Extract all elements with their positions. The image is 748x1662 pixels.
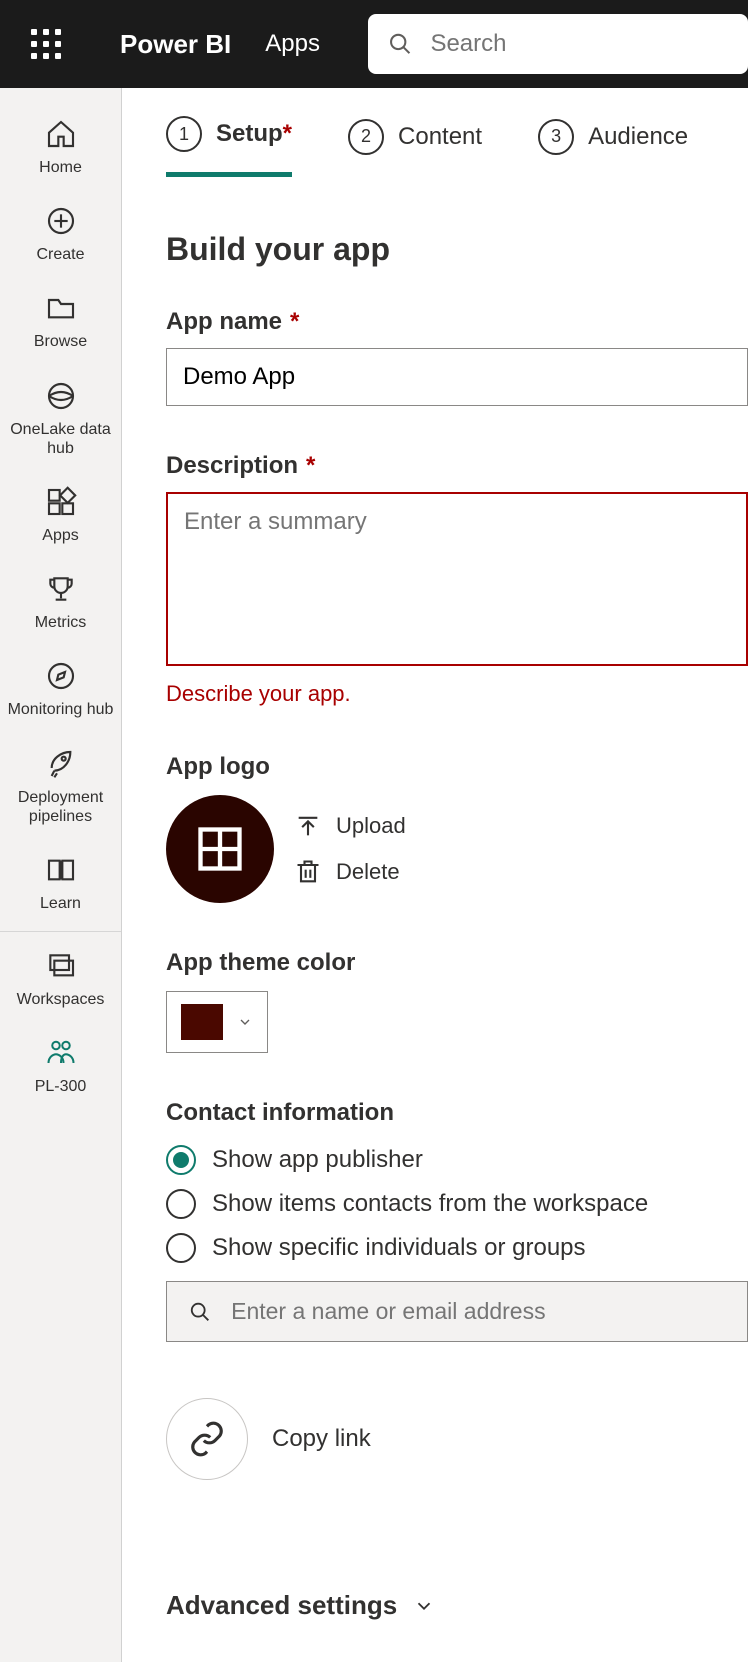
rail-apps[interactable]: Apps — [0, 472, 121, 559]
chevron-down-icon — [413, 1595, 435, 1617]
copy-link-label: Copy link — [272, 1425, 371, 1453]
search-icon — [388, 30, 413, 58]
folder-icon — [43, 290, 79, 326]
theme-color-picker[interactable] — [166, 991, 268, 1053]
search-input[interactable] — [430, 30, 728, 58]
main-content: 1 Setup* 2 Content 3 Audience Build your… — [122, 88, 748, 1662]
rail-current-workspace[interactable]: PL-300 — [0, 1023, 121, 1110]
page-title: Build your app — [166, 231, 748, 268]
app-logo-label: App logo — [166, 753, 748, 781]
step-content[interactable]: 2 Content — [348, 116, 482, 177]
rail-deployment[interactable]: Deployment pipelines — [0, 734, 121, 840]
description-label: Description* — [166, 452, 748, 480]
left-nav-rail: Home Create Browse OneLake data hub Apps… — [0, 88, 122, 1662]
trophy-icon — [43, 571, 79, 607]
wizard-steps: 1 Setup* 2 Content 3 Audience — [166, 88, 748, 177]
people-picker[interactable] — [166, 1281, 748, 1342]
book-icon — [43, 852, 79, 888]
theme-color-swatch — [181, 1004, 223, 1040]
step-number: 3 — [538, 119, 574, 155]
topnav-apps[interactable]: Apps — [265, 30, 320, 58]
contact-option-specific[interactable]: Show specific individuals or groups — [166, 1233, 748, 1263]
rail-onelake[interactable]: OneLake data hub — [0, 366, 121, 472]
upload-logo-button[interactable]: Upload — [294, 812, 406, 840]
search-icon — [189, 1300, 211, 1324]
radio-icon — [166, 1233, 196, 1263]
compass-icon — [43, 658, 79, 694]
contact-info-label: Contact information — [166, 1099, 748, 1127]
step-setup[interactable]: 1 Setup* — [166, 116, 292, 177]
app-name-label: App name* — [166, 308, 748, 336]
people-picker-input[interactable] — [231, 1298, 725, 1325]
onelake-icon — [43, 378, 79, 414]
global-search[interactable] — [368, 14, 748, 74]
upload-icon — [294, 812, 322, 840]
contact-option-publisher[interactable]: Show app publisher — [166, 1145, 748, 1175]
rail-browse[interactable]: Browse — [0, 278, 121, 365]
app-launcher-icon[interactable] — [28, 26, 64, 62]
workspaces-icon — [43, 948, 79, 984]
brand-label: Power BI — [120, 29, 231, 60]
contact-option-workspace[interactable]: Show items contacts from the workspace — [166, 1189, 748, 1219]
link-icon — [188, 1420, 226, 1458]
rocket-icon — [43, 746, 79, 782]
rail-metrics[interactable]: Metrics — [0, 559, 121, 646]
people-icon — [43, 1035, 79, 1071]
app-name-input[interactable] — [166, 348, 748, 406]
rail-home[interactable]: Home — [0, 104, 121, 191]
description-input[interactable] — [166, 492, 748, 666]
advanced-settings-toggle[interactable]: Advanced settings — [166, 1590, 748, 1621]
trash-icon — [294, 858, 322, 886]
step-number: 2 — [348, 119, 384, 155]
radio-icon — [166, 1145, 196, 1175]
theme-color-label: App theme color — [166, 949, 748, 977]
home-icon — [43, 116, 79, 152]
radio-icon — [166, 1189, 196, 1219]
rail-learn[interactable]: Learn — [0, 840, 121, 932]
app-logo-preview — [166, 795, 274, 903]
step-audience[interactable]: 3 Audience — [538, 116, 688, 177]
step-number: 1 — [166, 116, 202, 152]
delete-logo-button[interactable]: Delete — [294, 858, 406, 886]
description-error: Describe your app. — [166, 681, 748, 707]
rail-create[interactable]: Create — [0, 191, 121, 278]
rail-workspaces[interactable]: Workspaces — [0, 936, 121, 1023]
plus-circle-icon — [43, 203, 79, 239]
chevron-down-icon — [237, 1014, 253, 1030]
copy-link-button[interactable] — [166, 1398, 248, 1480]
rail-monitoring[interactable]: Monitoring hub — [0, 646, 121, 733]
apps-icon — [43, 484, 79, 520]
